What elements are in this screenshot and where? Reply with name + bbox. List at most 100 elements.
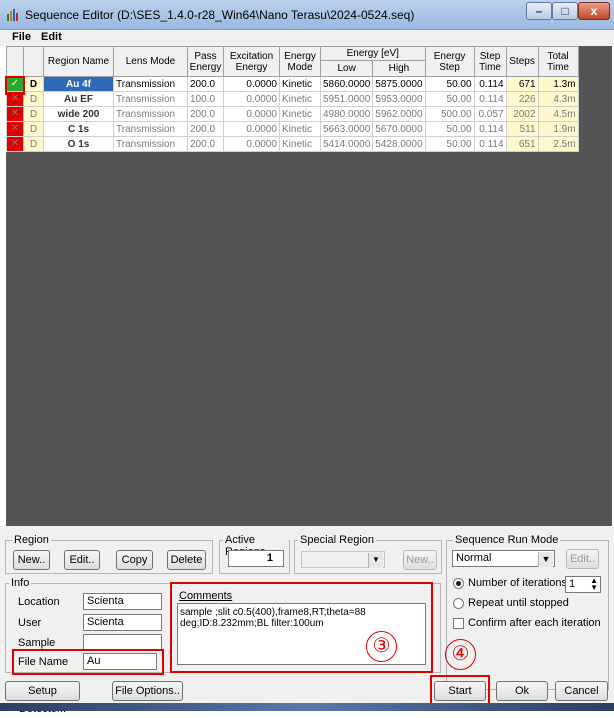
file-options-button[interactable]: File Options.. xyxy=(112,681,183,701)
lens-mode-cell[interactable]: Transmission xyxy=(113,121,188,137)
energy-mode-cell[interactable]: Kinetic xyxy=(279,91,321,107)
d-cell[interactable]: D xyxy=(23,106,44,122)
low-cell[interactable]: 4980.0000 xyxy=(319,106,374,122)
chevron-down-icon: ▼ xyxy=(368,553,383,568)
d-cell[interactable]: D xyxy=(23,136,44,152)
header-steps[interactable]: Steps xyxy=(505,46,539,77)
excitation-energy-cell[interactable]: 0.0000 xyxy=(223,106,280,122)
region-name-cell[interactable]: C 1s xyxy=(43,121,114,137)
minimize-button[interactable]: – xyxy=(526,2,552,20)
iterations-spinner[interactable]: 1 ▲ ▼ xyxy=(565,576,601,593)
header-low[interactable]: Low xyxy=(319,60,374,77)
table-row[interactable]: ✕ D C 1s Transmission 200.0 0.0000 Kinet… xyxy=(6,121,579,137)
confirm-after-each-iteration-checkbox[interactable] xyxy=(453,618,464,629)
high-cell[interactable]: 5670.0000 xyxy=(372,121,426,137)
excitation-energy-cell[interactable]: 0.0000 xyxy=(223,91,280,107)
steps-cell: 226 xyxy=(505,91,539,107)
header-energy-step[interactable]: Energy Step xyxy=(424,46,475,77)
energy-step-cell[interactable]: 500.00 xyxy=(424,106,475,122)
step-time-cell[interactable]: 0.114 xyxy=(473,91,507,107)
close-button[interactable]: x xyxy=(578,2,610,20)
region-copy-button[interactable]: Copy xyxy=(116,550,153,570)
disabled-x-icon[interactable]: ✕ xyxy=(6,136,24,152)
menu-file[interactable]: File xyxy=(12,31,31,43)
region-name-cell[interactable]: Au EF xyxy=(43,91,114,107)
disabled-x-icon[interactable]: ✕ xyxy=(6,106,24,122)
high-cell[interactable]: 5875.0000 xyxy=(372,76,426,92)
energy-step-cell[interactable]: 50.00 xyxy=(424,136,475,152)
energy-mode-cell[interactable]: Kinetic xyxy=(279,106,321,122)
header-lens-mode[interactable]: Lens Mode xyxy=(113,46,188,77)
special-region-new-button[interactable]: New.. xyxy=(403,550,437,570)
pass-energy-cell[interactable]: 100.0 xyxy=(187,91,224,107)
header-region-name[interactable]: Region Name xyxy=(43,46,114,77)
run-mode-select[interactable]: Normal ▼ xyxy=(452,550,555,567)
number-of-iterations-radio[interactable] xyxy=(453,578,464,589)
region-new-button[interactable]: New.. xyxy=(13,550,50,570)
table-row[interactable]: ✓ D Au 4f Transmission 200.0 0.0000 Kine… xyxy=(6,76,579,92)
special-region-select[interactable]: ▼ xyxy=(301,551,385,568)
header-total-time[interactable]: Total Time xyxy=(537,46,579,77)
location-field[interactable]: Scienta xyxy=(83,593,162,610)
low-cell[interactable]: 5663.0000 xyxy=(319,121,374,137)
d-cell[interactable]: D xyxy=(23,76,44,92)
step-time-cell[interactable]: 0.114 xyxy=(473,136,507,152)
cancel-button[interactable]: Cancel xyxy=(555,681,608,701)
energy-mode-cell[interactable]: Kinetic xyxy=(279,76,321,92)
repeat-until-stopped-label: Repeat until stopped xyxy=(468,597,569,609)
energy-mode-cell[interactable]: Kinetic xyxy=(279,121,321,137)
header-high[interactable]: High xyxy=(372,60,426,77)
pass-energy-cell[interactable]: 200.0 xyxy=(187,106,224,122)
steps-cell: 651 xyxy=(505,136,539,152)
region-name-cell[interactable]: O 1s xyxy=(43,136,114,152)
lens-mode-cell[interactable]: Transmission xyxy=(113,106,188,122)
total-time-cell: 2.5m xyxy=(537,136,579,152)
excitation-energy-cell[interactable]: 0.0000 xyxy=(223,121,280,137)
user-field[interactable]: Scienta xyxy=(83,614,162,631)
table-row[interactable]: ✕ D O 1s Transmission 200.0 0.0000 Kinet… xyxy=(6,136,579,152)
high-cell[interactable]: 5428.0000 xyxy=(372,136,426,152)
header-energy-mode[interactable]: Energy Mode xyxy=(279,46,321,77)
region-name-cell[interactable]: wide 200 xyxy=(43,106,114,122)
step-time-cell[interactable]: 0.114 xyxy=(473,121,507,137)
pass-energy-cell[interactable]: 200.0 xyxy=(187,76,224,92)
region-name-cell[interactable]: Au 4f xyxy=(43,76,114,92)
step-time-cell[interactable]: 0.114 xyxy=(473,76,507,92)
menu-edit[interactable]: Edit xyxy=(41,31,62,43)
pass-energy-cell[interactable]: 200.0 xyxy=(187,136,224,152)
lens-mode-cell[interactable]: Transmission xyxy=(113,76,188,92)
energy-step-cell[interactable]: 50.00 xyxy=(424,76,475,92)
low-cell[interactable]: 5414.0000 xyxy=(319,136,374,152)
step-time-cell[interactable]: 0.057 xyxy=(473,106,507,122)
pass-energy-cell[interactable]: 200.0 xyxy=(187,121,224,137)
run-mode-edit-button[interactable]: Edit.. xyxy=(566,549,599,569)
d-cell[interactable]: D xyxy=(23,91,44,107)
energy-mode-cell[interactable]: Kinetic xyxy=(279,136,321,152)
low-cell[interactable]: 5951.0000 xyxy=(319,91,374,107)
table-row[interactable]: ✕ D Au EF Transmission 100.0 0.0000 Kine… xyxy=(6,91,579,107)
energy-step-cell[interactable]: 50.00 xyxy=(424,121,475,137)
excitation-energy-cell[interactable]: 0.0000 xyxy=(223,136,280,152)
header-pass-energy[interactable]: Pass Energy xyxy=(187,46,224,77)
d-cell[interactable]: D xyxy=(23,121,44,137)
header-step-time[interactable]: Step Time xyxy=(473,46,507,77)
region-delete-button[interactable]: Delete xyxy=(167,550,206,570)
disabled-x-icon[interactable]: ✕ xyxy=(6,121,24,137)
table-row[interactable]: ✕ D wide 200 Transmission 200.0 0.0000 K… xyxy=(6,106,579,122)
lens-mode-cell[interactable]: Transmission xyxy=(113,136,188,152)
highlight-box xyxy=(5,76,25,95)
low-cell[interactable]: 5860.0000 xyxy=(319,76,374,92)
user-label: User xyxy=(18,617,42,629)
region-edit-button[interactable]: Edit.. xyxy=(64,550,100,570)
setup-detector-button[interactable]: Setup Detector.. xyxy=(5,681,80,715)
high-cell[interactable]: 5953.0000 xyxy=(372,91,426,107)
maximize-button[interactable]: □ xyxy=(552,2,578,20)
energy-step-cell[interactable]: 50.00 xyxy=(424,91,475,107)
high-cell[interactable]: 5962.0000 xyxy=(372,106,426,122)
lens-mode-cell[interactable]: Transmission xyxy=(113,91,188,107)
repeat-until-stopped-radio[interactable] xyxy=(453,598,464,609)
excitation-energy-cell[interactable]: 0.0000 xyxy=(223,76,280,92)
ok-button[interactable]: Ok xyxy=(496,681,548,701)
file-name-highlight xyxy=(12,649,164,675)
header-excitation-energy[interactable]: Excitation Energy xyxy=(223,46,280,77)
